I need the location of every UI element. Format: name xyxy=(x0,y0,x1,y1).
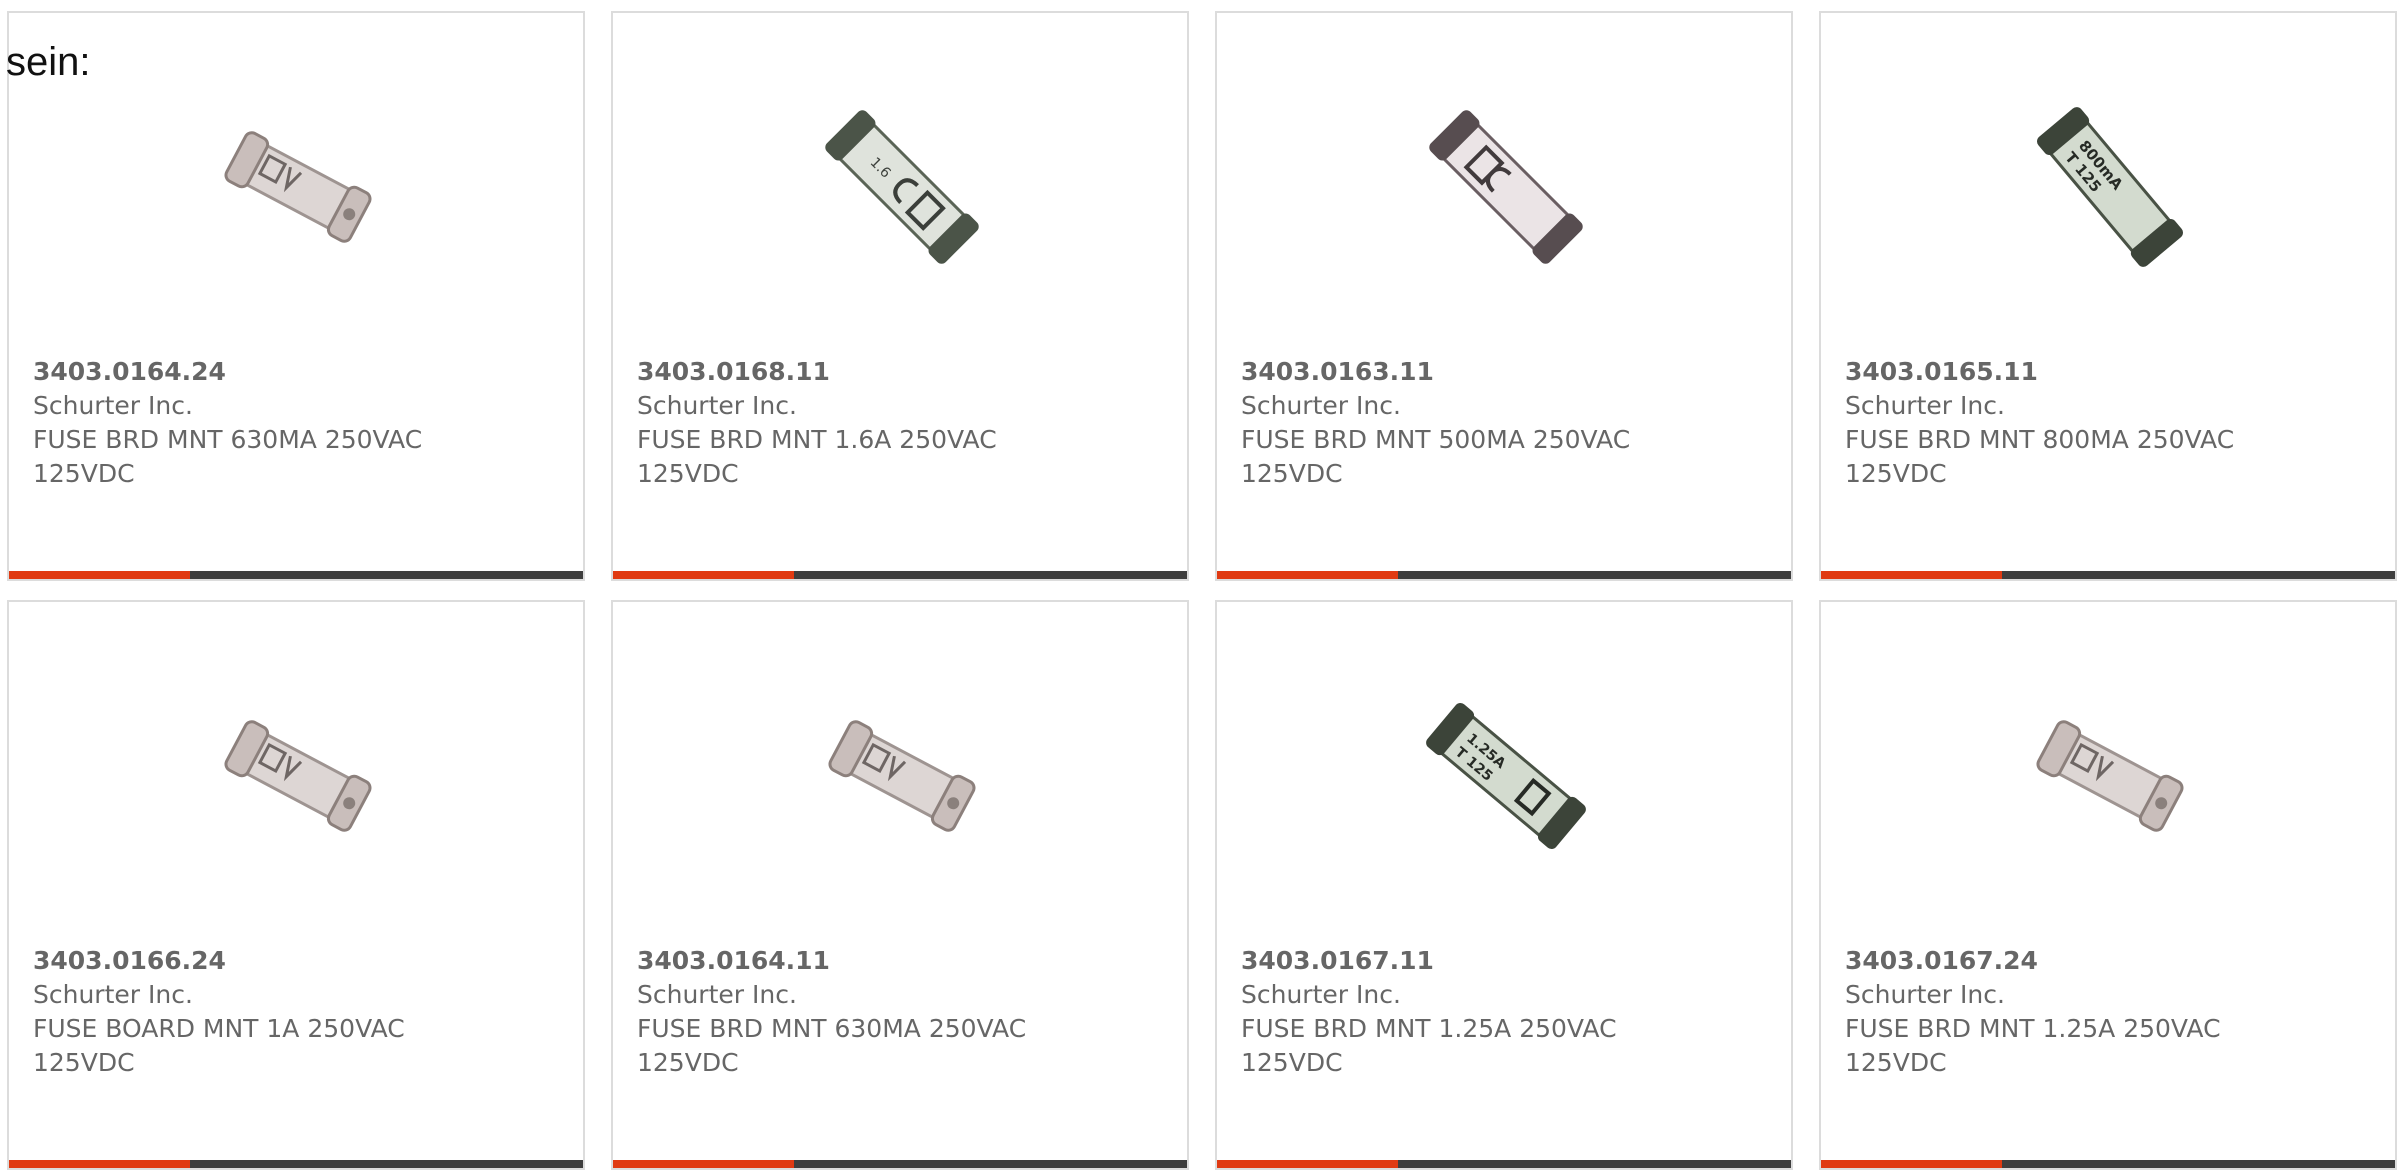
product-card[interactable]: 3403.0167.24 Schurter Inc. FUSE BRD MNT … xyxy=(1819,600,2397,1170)
part-number[interactable]: 3403.0166.24 xyxy=(33,944,553,978)
description: FUSE BRD MNT 1.25A 250VAC 125VDC xyxy=(1241,1014,1617,1077)
fuse-green-icon[interactable]: 1.25A T 125 xyxy=(1406,676,1606,876)
description: FUSE BRD MNT 630MA 250VAC 125VDC xyxy=(637,1014,1027,1077)
card-bar-accent xyxy=(613,571,794,579)
manufacturer: Schurter Inc. xyxy=(33,980,193,1009)
description: FUSE BRD MNT 500MA 250VAC 125VDC xyxy=(1241,425,1631,488)
manufacturer: Schurter Inc. xyxy=(33,391,193,420)
part-number[interactable]: 3403.0167.11 xyxy=(1241,944,1761,978)
card-bar xyxy=(1821,571,2395,579)
card-bar-accent xyxy=(9,571,190,579)
part-number[interactable]: 3403.0168.11 xyxy=(637,355,1157,389)
manufacturer: Schurter Inc. xyxy=(637,980,797,1009)
manufacturer: Schurter Inc. xyxy=(1845,980,2005,1009)
fuse-light-icon[interactable] xyxy=(198,87,398,287)
card-bar xyxy=(9,571,583,579)
manufacturer: Schurter Inc. xyxy=(1845,391,2005,420)
intro-text: sein: xyxy=(6,40,91,84)
product-card[interactable]: 1.6 3403.0168.11 Schurter Inc. FUSE BRD … xyxy=(611,11,1189,581)
description: FUSE BRD MNT 1.6A 250VAC 125VDC xyxy=(637,425,997,488)
card-bar xyxy=(1217,571,1791,579)
card-bar xyxy=(613,571,1187,579)
card-bar-accent xyxy=(1821,571,2002,579)
product-card[interactable]: 1.25A T 125 3403.0167.11 Schurter Inc. F… xyxy=(1215,600,1793,1170)
product-card[interactable]: 3403.0164.11 Schurter Inc. FUSE BRD MNT … xyxy=(611,600,1189,1170)
fuse-green-icon[interactable]: 800mA T 125 xyxy=(2010,87,2210,287)
description: FUSE BOARD MNT 1A 250VAC 125VDC xyxy=(33,1014,405,1077)
part-number[interactable]: 3403.0164.11 xyxy=(637,944,1157,978)
part-number[interactable]: 3403.0164.24 xyxy=(33,355,553,389)
product-card[interactable]: 800mA T 125 3403.0165.11 Schurter Inc. F… xyxy=(1819,11,2397,581)
fuse-light-icon[interactable] xyxy=(2010,676,2210,876)
product-card[interactable]: 3403.0163.11 Schurter Inc. FUSE BRD MNT … xyxy=(1215,11,1793,581)
product-card[interactable]: 3403.0164.24 Schurter Inc. FUSE BRD MNT … xyxy=(7,11,585,581)
description: FUSE BRD MNT 1.25A 250VAC 125VDC xyxy=(1845,1014,2221,1077)
fuse-green-icon[interactable]: 1.6 xyxy=(802,87,1002,287)
fuse-pink-icon[interactable] xyxy=(1406,87,1606,287)
product-card[interactable]: 3403.0166.24 Schurter Inc. FUSE BOARD MN… xyxy=(7,600,585,1170)
description: FUSE BRD MNT 630MA 250VAC 125VDC xyxy=(33,425,423,488)
description: FUSE BRD MNT 800MA 250VAC 125VDC xyxy=(1845,425,2235,488)
manufacturer: Schurter Inc. xyxy=(1241,980,1401,1009)
fuse-light-icon[interactable] xyxy=(198,676,398,876)
part-number[interactable]: 3403.0167.24 xyxy=(1845,944,2365,978)
part-number[interactable]: 3403.0163.11 xyxy=(1241,355,1761,389)
manufacturer: Schurter Inc. xyxy=(1241,391,1401,420)
part-number[interactable]: 3403.0165.11 xyxy=(1845,355,2365,389)
card-bar-accent xyxy=(1217,571,1398,579)
fuse-light-icon[interactable] xyxy=(802,676,1002,876)
manufacturer: Schurter Inc. xyxy=(637,391,797,420)
